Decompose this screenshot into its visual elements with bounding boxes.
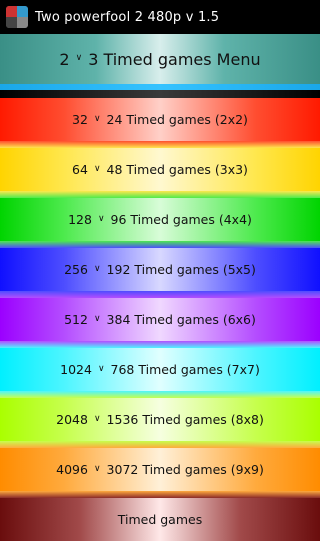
menu-item-left: 2048	[56, 412, 88, 427]
menu-item-left: 128	[68, 212, 92, 227]
separator	[0, 241, 320, 248]
timed-games-footer-button[interactable]: Timed games	[0, 498, 320, 541]
menu-item-2x2[interactable]: 32 ∨ 24 Timed games (2x2)	[0, 98, 320, 141]
menu-item-3x3[interactable]: 64 ∨ 48 Timed games (3x3)	[0, 148, 320, 191]
menu-item-right: 48 Timed games (3x3)	[106, 162, 248, 177]
chevron-down-icon: ∨	[93, 463, 101, 474]
footer-label: Timed games	[117, 512, 203, 527]
menu-item-left: 1024	[60, 362, 92, 377]
menu-item-left: 32	[72, 112, 88, 127]
chevron-down-icon: ∨	[93, 413, 101, 424]
app-title: Two powerfool 2 480p v 1.5	[35, 9, 220, 25]
menu-item-right: 384 Timed games (6x6)	[106, 312, 256, 327]
separator	[0, 141, 320, 148]
menu-item-right: 768 Timed games (7x7)	[110, 362, 260, 377]
menu-item-left: 256	[64, 262, 88, 277]
separator	[0, 341, 320, 348]
menu-item-right: 192 Timed games (5x5)	[106, 262, 256, 277]
chevron-down-icon: ∨	[97, 363, 105, 374]
menu-item-5x5[interactable]: 256 ∨ 192 Timed games (5x5)	[0, 248, 320, 291]
chevron-down-icon: ∨	[93, 113, 101, 124]
chevron-down-icon: ∨	[93, 263, 101, 274]
separator	[0, 391, 320, 398]
separator	[0, 441, 320, 448]
separator	[0, 291, 320, 298]
menu-item-left: 4096	[56, 462, 88, 477]
app-icon	[6, 6, 28, 28]
separator	[0, 191, 320, 198]
menu-item-left: 64	[72, 162, 88, 177]
menu-item-right: 96 Timed games (4x4)	[110, 212, 252, 227]
title-bar: Two powerfool 2 480p v 1.5	[0, 0, 320, 34]
menu-item-9x9[interactable]: 4096 ∨ 3072 Timed games (9x9)	[0, 448, 320, 491]
menu-item-right: 24 Timed games (2x2)	[106, 112, 248, 127]
menu-item-4x4[interactable]: 128 ∨ 96 Timed games (4x4)	[0, 198, 320, 241]
chevron-down-icon: ∨	[75, 53, 83, 63]
chevron-down-icon: ∨	[93, 163, 101, 174]
chevron-down-icon: ∨	[97, 213, 105, 224]
chevron-down-icon: ∨	[93, 313, 101, 324]
menu-item-left: 512	[64, 312, 88, 327]
menu-item-8x8[interactable]: 2048 ∨ 1536 Timed games (8x8)	[0, 398, 320, 441]
separator	[0, 90, 320, 98]
menu-item-right: 1536 Timed games (8x8)	[106, 412, 264, 427]
menu-item-6x6[interactable]: 512 ∨ 384 Timed games (6x6)	[0, 298, 320, 341]
separator	[0, 491, 320, 498]
header-title: 3 Timed games Menu	[88, 49, 261, 69]
menu-item-7x7[interactable]: 1024 ∨ 768 Timed games (7x7)	[0, 348, 320, 391]
header-left: 2	[59, 49, 70, 69]
menu-item-right: 3072 Timed games (9x9)	[106, 462, 264, 477]
menu-header: 2 ∨ 3 Timed games Menu	[0, 34, 320, 84]
